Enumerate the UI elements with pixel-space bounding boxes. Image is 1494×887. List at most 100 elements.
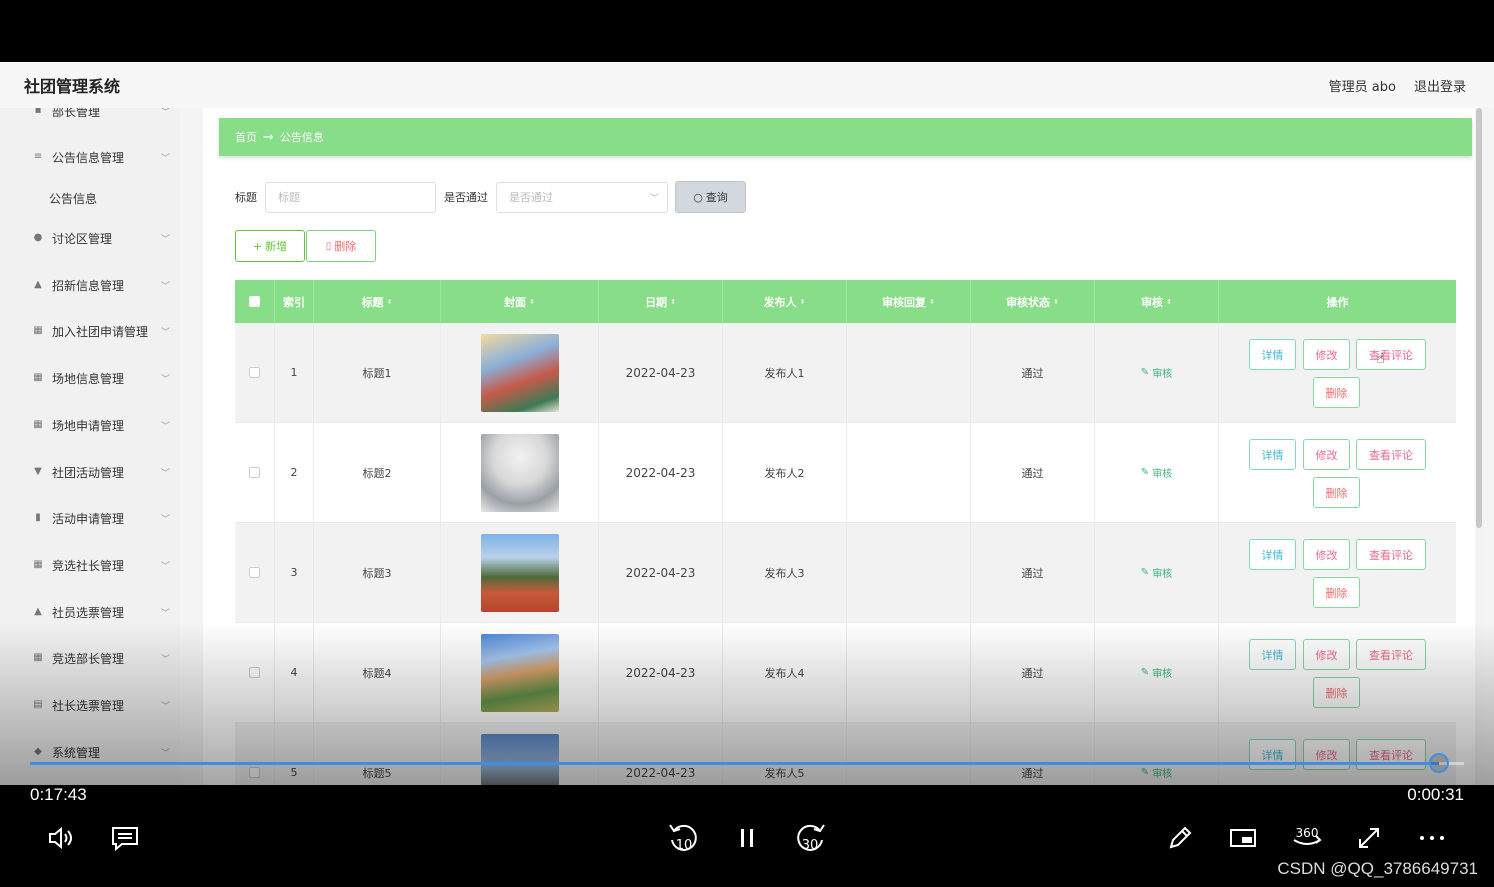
row-select-cell[interactable] bbox=[235, 723, 275, 785]
edit-button[interactable]: 修改 bbox=[1303, 339, 1350, 370]
delete-button[interactable]: 删除 bbox=[1313, 577, 1360, 608]
chevron-down-icon: ﹀ bbox=[160, 375, 170, 385]
detail-button[interactable]: 详情 bbox=[1249, 639, 1296, 670]
table-row: 4 标题4 2022-04-23 发布人4 通过 ✎审核 详情 修改 查看评论 bbox=[235, 623, 1456, 723]
video-progress-bar[interactable] bbox=[30, 753, 1464, 773]
edit-icon: ✎ bbox=[1140, 567, 1150, 578]
view-comments-button[interactable]: 查看评论 bbox=[1356, 439, 1426, 470]
view-comments-button[interactable]: 查看评论 bbox=[1356, 639, 1426, 670]
title-input[interactable]: 标题 bbox=[265, 181, 436, 213]
select-all-checkbox[interactable] bbox=[249, 296, 260, 307]
add-button[interactable]: + 新增 bbox=[235, 230, 305, 262]
cover-image[interactable] bbox=[480, 333, 559, 412]
col-title[interactable]: 标题 ⬍ bbox=[314, 280, 441, 323]
col-publisher[interactable]: 发布人 ⬍ bbox=[723, 280, 847, 323]
row-checkbox[interactable] bbox=[249, 667, 260, 678]
sidebar-item-activity-request[interactable]: ▮ 活动申请管理 ﹀ bbox=[0, 503, 180, 533]
col-audit[interactable]: 审核 ⬍ bbox=[1095, 280, 1219, 323]
row-checkbox[interactable] bbox=[249, 367, 260, 378]
more-options-icon[interactable] bbox=[1415, 823, 1449, 853]
delete-button[interactable]: 删除 bbox=[1313, 677, 1360, 708]
sidebar-item-announcement[interactable]: ≡ 公告信息管理 ﹀ bbox=[0, 142, 180, 172]
sidebar-item-minister[interactable]: ▪ 部长管理 ﹀ bbox=[0, 108, 180, 126]
sidebar-item-venue-request[interactable]: ▦ 场地申请管理 ﹀ bbox=[0, 410, 180, 440]
video-progress-knob[interactable] bbox=[1429, 753, 1450, 773]
view-comments-button[interactable]: 查看评论 bbox=[1356, 339, 1426, 370]
status-cell: 通过 bbox=[971, 323, 1095, 422]
view-comments-button[interactable]: 查看评论 bbox=[1356, 539, 1426, 570]
operations-cell: 详情 修改 查看评论 bbox=[1219, 723, 1456, 785]
volume-icon[interactable] bbox=[44, 823, 78, 853]
sidebar-item-forum[interactable]: ● 讨论区管理 ﹀ bbox=[0, 223, 180, 253]
cover-cell bbox=[441, 623, 599, 722]
sidebar-item-label: 公告信息管理 bbox=[52, 150, 125, 165]
view-comments-button[interactable]: 查看评论 bbox=[1356, 739, 1426, 770]
detail-button[interactable]: 详情 bbox=[1249, 439, 1296, 470]
video-controls: 0:17:43 0:00:31 10 30 360 CSDN @QQ_37866… bbox=[0, 785, 1494, 887]
pause-icon[interactable] bbox=[733, 823, 761, 853]
table-row: 3 标题3 2022-04-23 发布人3 通过 ✎审核 详情 修改 查看评论 bbox=[235, 523, 1456, 623]
audit-link[interactable]: ✎ 审核 bbox=[1141, 465, 1172, 480]
row-select-cell[interactable] bbox=[235, 423, 275, 522]
col-cover[interactable]: 封面 ⬍ bbox=[441, 280, 599, 323]
sidebar-subitem-announcement-info[interactable]: 公告信息 bbox=[49, 190, 97, 207]
title-input-placeholder: 标题 bbox=[278, 191, 300, 204]
detail-button[interactable]: 详情 bbox=[1249, 539, 1296, 570]
row-checkbox[interactable] bbox=[249, 467, 260, 478]
row-checkbox[interactable] bbox=[249, 567, 260, 578]
logout-link[interactable]: 退出登录 bbox=[1414, 76, 1466, 95]
row-checkbox[interactable] bbox=[249, 767, 260, 778]
breadcrumb-home[interactable]: 首页 bbox=[235, 129, 257, 145]
operations-cell: 详情 修改 查看评论 删除 bbox=[1219, 623, 1456, 722]
sidebar-item-member-ballot[interactable]: ▲ 社员选票管理 ﹀ bbox=[0, 597, 180, 627]
sidebar-item-label: 社员选票管理 bbox=[52, 605, 125, 620]
sidebar-item-recruit[interactable]: ▲ 招新信息管理 ﹀ bbox=[0, 270, 180, 300]
col-status[interactable]: 审核状态 ⬍ bbox=[971, 280, 1095, 323]
sidebar-item-minister-election[interactable]: ▦ 竞选部长管理 ﹀ bbox=[0, 643, 180, 673]
row-select-cell[interactable] bbox=[235, 623, 275, 722]
delete-button[interactable]: 删除 bbox=[1313, 477, 1360, 508]
pencil-icon[interactable] bbox=[1163, 823, 1197, 853]
scrollbar-thumb[interactable] bbox=[1476, 108, 1482, 528]
detail-button[interactable]: 详情 bbox=[1249, 339, 1296, 370]
query-button[interactable]: ○ 查询 bbox=[675, 181, 746, 213]
index-cell: 2 bbox=[275, 423, 314, 522]
vr-360-icon[interactable]: 360 bbox=[1289, 821, 1325, 855]
edit-button[interactable]: 修改 bbox=[1303, 639, 1350, 670]
sidebar-item-club-activity[interactable]: ▼ 社团活动管理 ﹀ bbox=[0, 457, 180, 487]
cover-image[interactable] bbox=[480, 533, 559, 612]
detail-button[interactable]: 详情 bbox=[1249, 739, 1296, 770]
forward-30-icon[interactable]: 30 bbox=[792, 821, 828, 855]
app-header: 社团管理系统 管理员 abo 退出登录 bbox=[0, 62, 1494, 108]
batch-delete-button[interactable]: ▯ 删除 bbox=[306, 230, 376, 262]
svg-text:360: 360 bbox=[1296, 826, 1319, 840]
col-reply[interactable]: 审核回复 ⬍ bbox=[847, 280, 971, 323]
cover-image[interactable] bbox=[480, 733, 559, 785]
sidebar-item-join-request[interactable]: ▦ 加入社团申请管理 ﹀ bbox=[0, 316, 180, 346]
operations-cell: 详情 修改 查看评论 删除 bbox=[1219, 523, 1456, 622]
edit-button[interactable]: 修改 bbox=[1303, 539, 1350, 570]
audit-link[interactable]: ✎ 审核 bbox=[1141, 765, 1172, 780]
row-select-cell[interactable] bbox=[235, 323, 275, 422]
edit-button[interactable]: 修改 bbox=[1303, 739, 1350, 770]
row-select-cell[interactable] bbox=[235, 523, 275, 622]
page-scrollbar[interactable] bbox=[1475, 108, 1483, 785]
edit-button[interactable]: 修改 bbox=[1303, 439, 1350, 470]
delete-button[interactable]: 删除 bbox=[1313, 377, 1360, 408]
cover-image[interactable] bbox=[480, 633, 559, 712]
audit-link[interactable]: ✎ 审核 bbox=[1141, 365, 1172, 380]
publisher-cell: 发布人5 bbox=[723, 723, 847, 785]
captions-icon[interactable] bbox=[108, 823, 142, 853]
sidebar-item-venue-info[interactable]: ▦ 场地信息管理 ﹀ bbox=[0, 363, 180, 393]
sidebar-item-president-ballot[interactable]: ▤ 社长选票管理 ﹀ bbox=[0, 690, 180, 720]
sidebar-item-president-election[interactable]: ▦ 竞选社长管理 ﹀ bbox=[0, 550, 180, 580]
audit-link[interactable]: ✎ 审核 bbox=[1141, 665, 1172, 680]
mini-player-icon[interactable] bbox=[1226, 823, 1260, 853]
select-all-cell[interactable] bbox=[235, 280, 275, 323]
rewind-10-icon[interactable]: 10 bbox=[666, 821, 702, 855]
pass-select[interactable]: 是否通过 ﹀ bbox=[496, 181, 668, 213]
cover-image[interactable] bbox=[480, 433, 559, 512]
col-date[interactable]: 日期 ⬍ bbox=[599, 280, 723, 323]
audit-link[interactable]: ✎ 审核 bbox=[1141, 565, 1172, 580]
fullscreen-icon[interactable] bbox=[1352, 823, 1386, 853]
